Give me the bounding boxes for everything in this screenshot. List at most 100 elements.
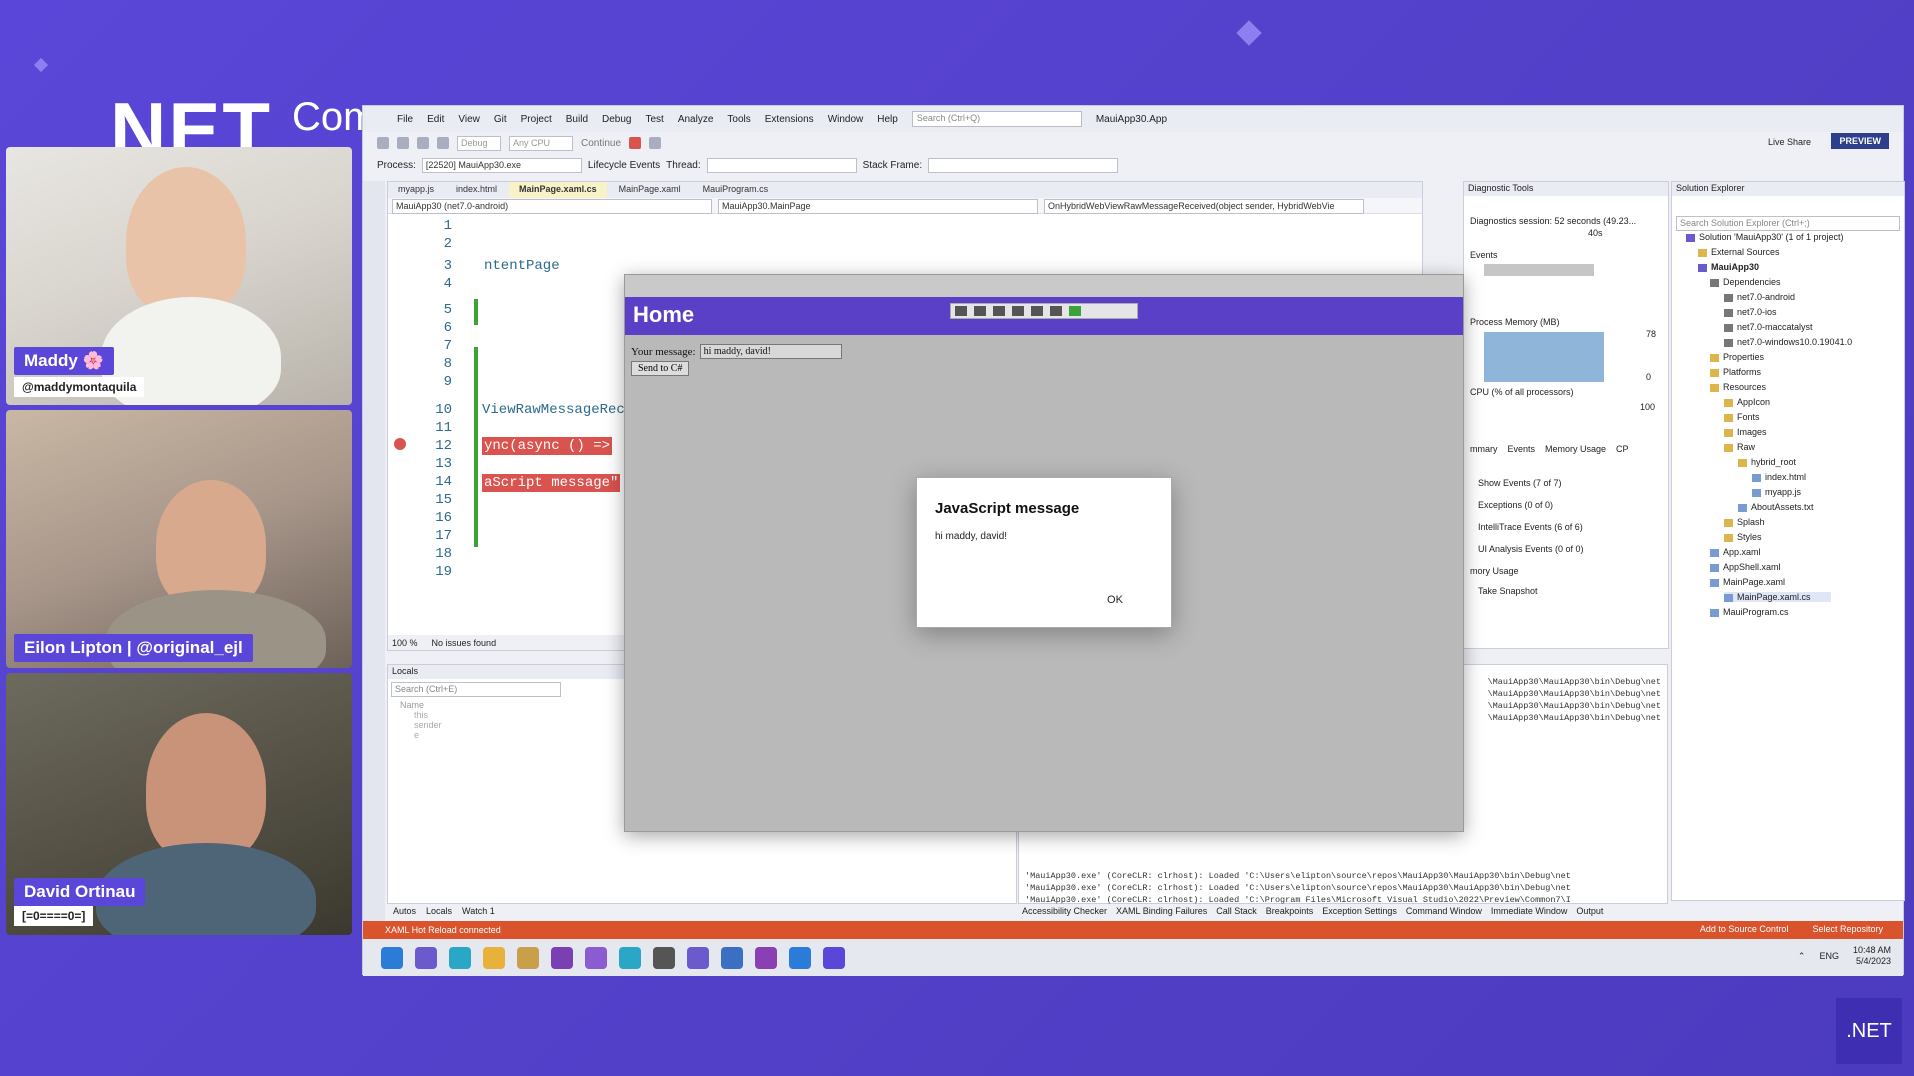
message-input[interactable]: hi maddy, david!	[699, 344, 842, 359]
take-snapshot-button[interactable]: Take Snapshot	[1478, 586, 1538, 596]
app-title-bar[interactable]	[625, 275, 1463, 297]
menu-build[interactable]: Build	[566, 114, 588, 125]
live-tree-icon[interactable]	[955, 306, 967, 316]
menu-file[interactable]: File	[397, 114, 413, 125]
language-indicator[interactable]: ENG	[1819, 951, 1839, 961]
code-line-3[interactable]: ntentPage	[484, 258, 560, 274]
tree-item[interactable]: External Sources	[1698, 247, 1780, 257]
tree-item[interactable]: myapp.js	[1752, 487, 1801, 497]
solution-search-input[interactable]: Search Solution Explorer (Ctrl+;)	[1676, 216, 1900, 231]
dialog-ok-button[interactable]: OK	[1091, 588, 1139, 612]
diag-tab-cpu[interactable]: CP	[1616, 444, 1629, 454]
thread-select[interactable]	[706, 157, 857, 173]
tree-item[interactable]: Styles	[1724, 532, 1762, 542]
tree-project[interactable]: MauiApp30	[1698, 262, 1759, 272]
tree-item[interactable]: net7.0-android	[1724, 292, 1795, 302]
tab-watch-1[interactable]: Watch 1	[462, 906, 495, 918]
config-select[interactable]: Debug	[457, 135, 501, 151]
display-adorners-icon[interactable]	[993, 306, 1005, 316]
diag-item[interactable]: IntelliTrace Events (6 of 6)	[1478, 522, 1583, 532]
chevron-up-icon[interactable]: ⌃	[1798, 951, 1806, 962]
app-icon[interactable]	[415, 946, 437, 969]
tab-breakpoints[interactable]: Breakpoints	[1266, 906, 1314, 918]
code-line-12-highlight[interactable]: ync(async () =>	[482, 437, 613, 455]
tree-item[interactable]: Dependencies	[1710, 277, 1781, 287]
terminal-icon[interactable]	[653, 946, 675, 969]
select-element-icon[interactable]	[974, 306, 986, 316]
tab-immediate-window[interactable]: Immediate Window	[1491, 906, 1568, 918]
tree-item[interactable]: Resources	[1710, 382, 1766, 392]
stack-frame-select[interactable]	[928, 157, 1119, 173]
tree-item-selected[interactable]: MainPage.xaml.cs	[1724, 592, 1831, 602]
start-icon[interactable]	[381, 946, 403, 969]
hot-reload-icon[interactable]	[1069, 306, 1081, 316]
notepad-icon[interactable]	[721, 946, 743, 969]
live-visual-tree-strip[interactable]	[363, 181, 385, 928]
tab-call-stack[interactable]: Call Stack	[1216, 906, 1257, 918]
tree-item[interactable]: net7.0-windows10.0.19041.0	[1724, 337, 1852, 347]
tree-item[interactable]: AboutAssets.txt	[1738, 502, 1814, 512]
code-line-14-highlight[interactable]: aScript message"	[482, 474, 621, 492]
live-share-button[interactable]: Live Share	[1768, 137, 1811, 147]
edge-icon[interactable]	[449, 946, 471, 969]
memory-graph[interactable]	[1484, 332, 1604, 382]
clock[interactable]: 10:48 AM 5/4/2023	[1853, 945, 1891, 967]
select-repository-button[interactable]: Select Repository	[1812, 924, 1883, 934]
diag-item[interactable]: Show Events (7 of 7)	[1478, 478, 1562, 488]
preview-badge[interactable]: PREVIEW	[1831, 133, 1889, 149]
restart-icon[interactable]	[649, 137, 662, 149]
tree-item[interactable]: MainPage.xaml	[1710, 577, 1785, 587]
tree-item[interactable]: Splash	[1724, 517, 1765, 527]
tree-item[interactable]: net7.0-maccatalyst	[1724, 322, 1813, 332]
menu-help[interactable]: Help	[877, 114, 898, 125]
issues-status[interactable]: No issues found	[432, 638, 497, 648]
tab-output[interactable]: Output	[1576, 906, 1603, 918]
hot-reload-status[interactable]: XAML Hot Reload connected	[385, 925, 501, 935]
tab-xaml-binding-failures[interactable]: XAML Binding Failures	[1116, 906, 1207, 918]
diag-tab-memory[interactable]: Memory Usage	[1545, 444, 1606, 454]
tab-locals[interactable]: Locals	[426, 906, 452, 918]
diag-item[interactable]: Exceptions (0 of 0)	[1478, 500, 1553, 510]
running-app-icon[interactable]	[823, 946, 845, 969]
back-icon[interactable]	[377, 137, 389, 149]
file-explorer-icon[interactable]	[483, 946, 505, 969]
dotnet-icon[interactable]	[789, 946, 811, 969]
tree-item[interactable]: AppIcon	[1724, 397, 1770, 407]
events-graph[interactable]	[1484, 264, 1594, 276]
project-nav-select[interactable]: MauiApp30 (net7.0-android)	[392, 199, 712, 214]
menu-test[interactable]: Test	[645, 114, 663, 125]
browser-icon[interactable]	[619, 946, 641, 969]
menu-project[interactable]: Project	[521, 114, 552, 125]
breakpoint-icon[interactable]	[394, 438, 406, 450]
tree-item[interactable]: index.html	[1752, 472, 1806, 482]
tree-item[interactable]: Images	[1724, 427, 1767, 437]
tab-myapp-js[interactable]: myapp.js	[388, 182, 444, 198]
add-source-control-button[interactable]: Add to Source Control	[1700, 924, 1789, 934]
menu-window[interactable]: Window	[828, 114, 864, 125]
stop-icon[interactable]	[629, 137, 642, 149]
lifecycle-events-button[interactable]: Lifecycle Events	[588, 160, 660, 171]
platform-select[interactable]: Any CPU	[509, 135, 573, 151]
tree-solution[interactable]: Solution 'MauiApp30' (1 of 1 project)	[1686, 232, 1844, 242]
send-to-csharp-button[interactable]: Send to C#	[631, 361, 690, 376]
tab-command-window[interactable]: Command Window	[1406, 906, 1482, 918]
tab-autos[interactable]: Autos	[393, 906, 416, 918]
github-icon[interactable]	[755, 946, 777, 969]
diag-item[interactable]: UI Analysis Events (0 of 0)	[1478, 544, 1584, 554]
process-select[interactable]: [22520] MauiApp30.exe	[421, 157, 582, 173]
tree-item[interactable]: Fonts	[1724, 412, 1760, 422]
menu-tools[interactable]: Tools	[727, 114, 750, 125]
visual-studio-icon[interactable]	[585, 946, 607, 969]
locals-search-input[interactable]: Search (Ctrl+E)	[391, 682, 561, 697]
zoom-level[interactable]: 100 %	[392, 638, 418, 648]
menu-extensions[interactable]: Extensions	[765, 114, 814, 125]
continue-button[interactable]: Continue	[581, 138, 621, 149]
member-nav-select[interactable]: OnHybridWebViewRawMessageReceived(object…	[1044, 199, 1364, 214]
type-nav-select[interactable]: MauiApp30.MainPage	[718, 199, 1038, 214]
visual-studio-preview-icon[interactable]	[687, 946, 709, 969]
track-focus-icon[interactable]	[1012, 306, 1024, 316]
tree-item[interactable]: App.xaml	[1710, 547, 1761, 557]
menu-git[interactable]: Git	[494, 114, 507, 125]
tree-item[interactable]: Platforms	[1710, 367, 1761, 377]
tree-item[interactable]: Raw	[1724, 442, 1755, 452]
